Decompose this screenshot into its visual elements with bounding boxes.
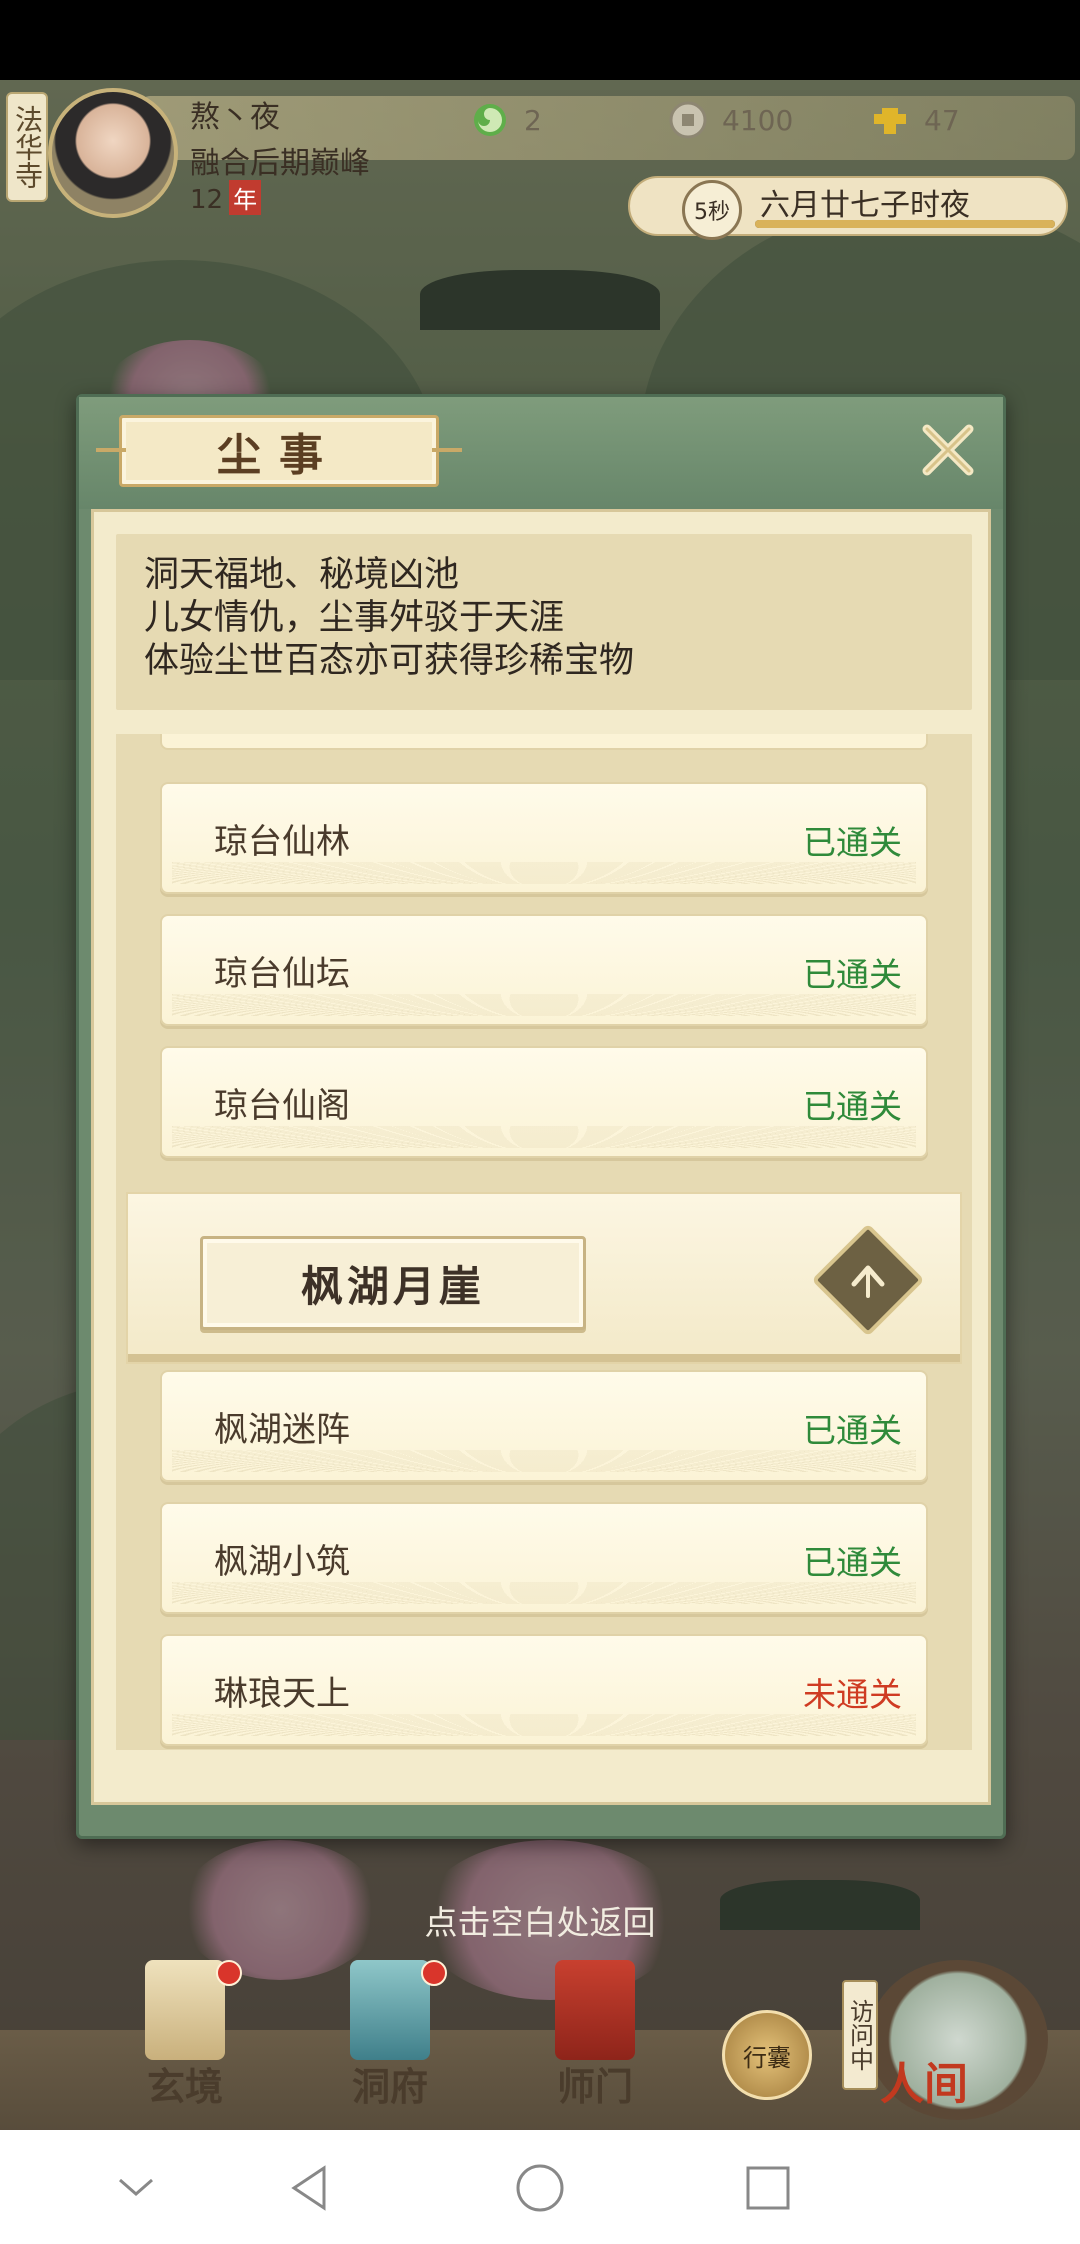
stage-name: 枫湖迷阵 — [214, 1410, 350, 1450]
stage-status: 已通关 — [803, 1411, 902, 1450]
hide-nav-button[interactable] — [108, 2160, 164, 2216]
timer-progress-fill — [755, 220, 1055, 228]
resource-strength-value: 47 — [924, 103, 960, 137]
group-name: 枫湖月崖 — [300, 1261, 485, 1311]
coin-icon — [669, 101, 707, 139]
nav-shimen[interactable]: 师门 — [530, 1960, 660, 2110]
bottom-nav: 玄境 洞府 师门 行囊 访问中 人间 — [0, 1960, 1080, 2130]
stage-name: 琳琅天上 — [214, 1674, 350, 1714]
stage-status: 已通关 — [803, 1543, 902, 1582]
scroll-icon — [145, 1960, 225, 2060]
title-decoration — [96, 448, 126, 452]
visiting-tag: 访问中 — [842, 1980, 878, 2090]
description-line: 儿女情仇，尘事舛驳于天涯 — [144, 598, 565, 638]
player-age: 12 年 — [190, 180, 262, 215]
system-nav-bar — [0, 2130, 1080, 2244]
recents-button[interactable] — [740, 2160, 796, 2216]
description-line: 洞天福地、秘境凶池 — [144, 555, 460, 595]
nav-label: 玄境 — [146, 2064, 223, 2109]
stage-card[interactable]: 枫湖小筑 已通关 — [160, 1502, 928, 1614]
stage-group-header[interactable]: 枫湖月崖 — [126, 1192, 962, 1364]
banner-icon — [555, 1960, 635, 2060]
recents-icon — [746, 2166, 790, 2210]
notification-dot — [421, 1960, 447, 1986]
game-screen: 法华寺 熬丶夜 融合后期巅峰 12 年 2 4100 47 5秒 六月廿七子时夜 … — [0, 0, 1080, 2244]
group-name-plate: 枫湖月崖 — [200, 1236, 586, 1330]
dialog-title: 尘事 — [217, 430, 341, 481]
stage-card[interactable]: 琼台仙坛 已通关 — [160, 914, 928, 1026]
resource-jade-value: 2 — [524, 103, 542, 137]
resource-coin-value: 4100 — [722, 103, 794, 137]
stage-status: 已通关 — [803, 823, 902, 862]
close-button[interactable] — [917, 419, 979, 481]
collapse-up-icon — [851, 1265, 885, 1298]
age-value: 12 — [190, 185, 224, 215]
stage-card[interactable]: 琼台仙阁 已通关 — [160, 1046, 928, 1158]
stage-list[interactable]: 琼台仙林 已通关 琼台仙坛 已通关 琼台仙阁 已通关 枫湖月崖 枫湖迷阵 已通关… — [116, 734, 972, 1750]
stage-status: 未通关 — [803, 1675, 902, 1714]
nav-xuanjing[interactable]: 玄境 — [120, 1960, 250, 2110]
home-button[interactable] — [512, 2160, 568, 2216]
status-bar — [0, 0, 1080, 80]
player-realm: 融合后期巅峰 — [190, 146, 370, 181]
timer-seconds: 5秒 — [682, 180, 742, 240]
notification-dot — [216, 1960, 242, 1986]
stage-name: 琼台仙林 — [214, 822, 350, 862]
title-plate: 尘事 — [96, 415, 462, 487]
dialog-body: 洞天福地、秘境凶池 儿女情仇，尘事舛驳于天涯 体验尘世百态亦可获得珍稀宝物 琼台… — [91, 509, 991, 1805]
back-button[interactable] — [282, 2160, 338, 2216]
stage-status: 已通关 — [803, 955, 902, 994]
resource-coin[interactable]: 4100 — [668, 96, 793, 144]
return-hint: 点击空白处返回 — [424, 1903, 656, 1942]
stage-card[interactable]: 琼台仙林 已通关 — [160, 782, 928, 894]
close-x-icon — [922, 424, 974, 476]
title-decoration — [432, 448, 462, 452]
chevron-down-icon — [119, 2178, 153, 2196]
nav-dongfu[interactable]: 洞府 — [325, 1960, 455, 2110]
back-icon — [291, 2165, 326, 2211]
pavilion-icon — [350, 1960, 430, 2060]
stage-name: 琼台仙阁 — [214, 1086, 350, 1126]
trials-dialog: 尘事 洞天福地、秘境凶池 儿女情仇，尘事舛驳于天涯 体验尘世百态亦可获得珍稀宝物… — [76, 394, 1006, 1839]
stage-name: 枫湖小筑 — [214, 1542, 350, 1582]
player-name: 熬丶夜 — [190, 100, 280, 135]
nav-label: 师门 — [556, 2064, 633, 2109]
dialog-header: 尘事 — [79, 397, 1003, 509]
avatar[interactable] — [48, 88, 178, 218]
strength-icon — [874, 108, 906, 134]
stage-name: 琼台仙坛 — [214, 954, 350, 994]
game-date: 六月廿七子时夜 — [760, 188, 970, 223]
description-box: 洞天福地、秘境凶池 儿女情仇，尘事舛驳于天涯 体验尘世百态亦可获得珍稀宝物 — [116, 534, 972, 710]
stage-card-partial — [160, 734, 928, 750]
resource-jade[interactable]: 2 — [470, 96, 542, 144]
bag-button[interactable]: 行囊 — [722, 2010, 812, 2100]
hud-top: 法华寺 熬丶夜 融合后期巅峰 12 年 2 4100 47 5秒 六月廿七子时夜 — [0, 80, 1080, 240]
age-unit-badge: 年 — [229, 180, 262, 215]
stage-status: 已通关 — [803, 1087, 902, 1126]
home-icon — [516, 2164, 564, 2212]
jade-swirl-icon — [474, 104, 506, 136]
world-label: 人间 — [880, 2059, 968, 2110]
timer-progress-bar — [755, 220, 1055, 228]
nav-label: 洞府 — [351, 2064, 428, 2109]
stage-card[interactable]: 枫湖迷阵 已通关 — [160, 1370, 928, 1482]
resource-strength[interactable]: 47 — [870, 96, 960, 144]
stage-card[interactable]: 琳琅天上 未通关 — [160, 1634, 928, 1746]
description-line: 体验尘世百态亦可获得珍稀宝物 — [144, 641, 635, 681]
location-tag[interactable]: 法华寺 — [6, 92, 48, 202]
